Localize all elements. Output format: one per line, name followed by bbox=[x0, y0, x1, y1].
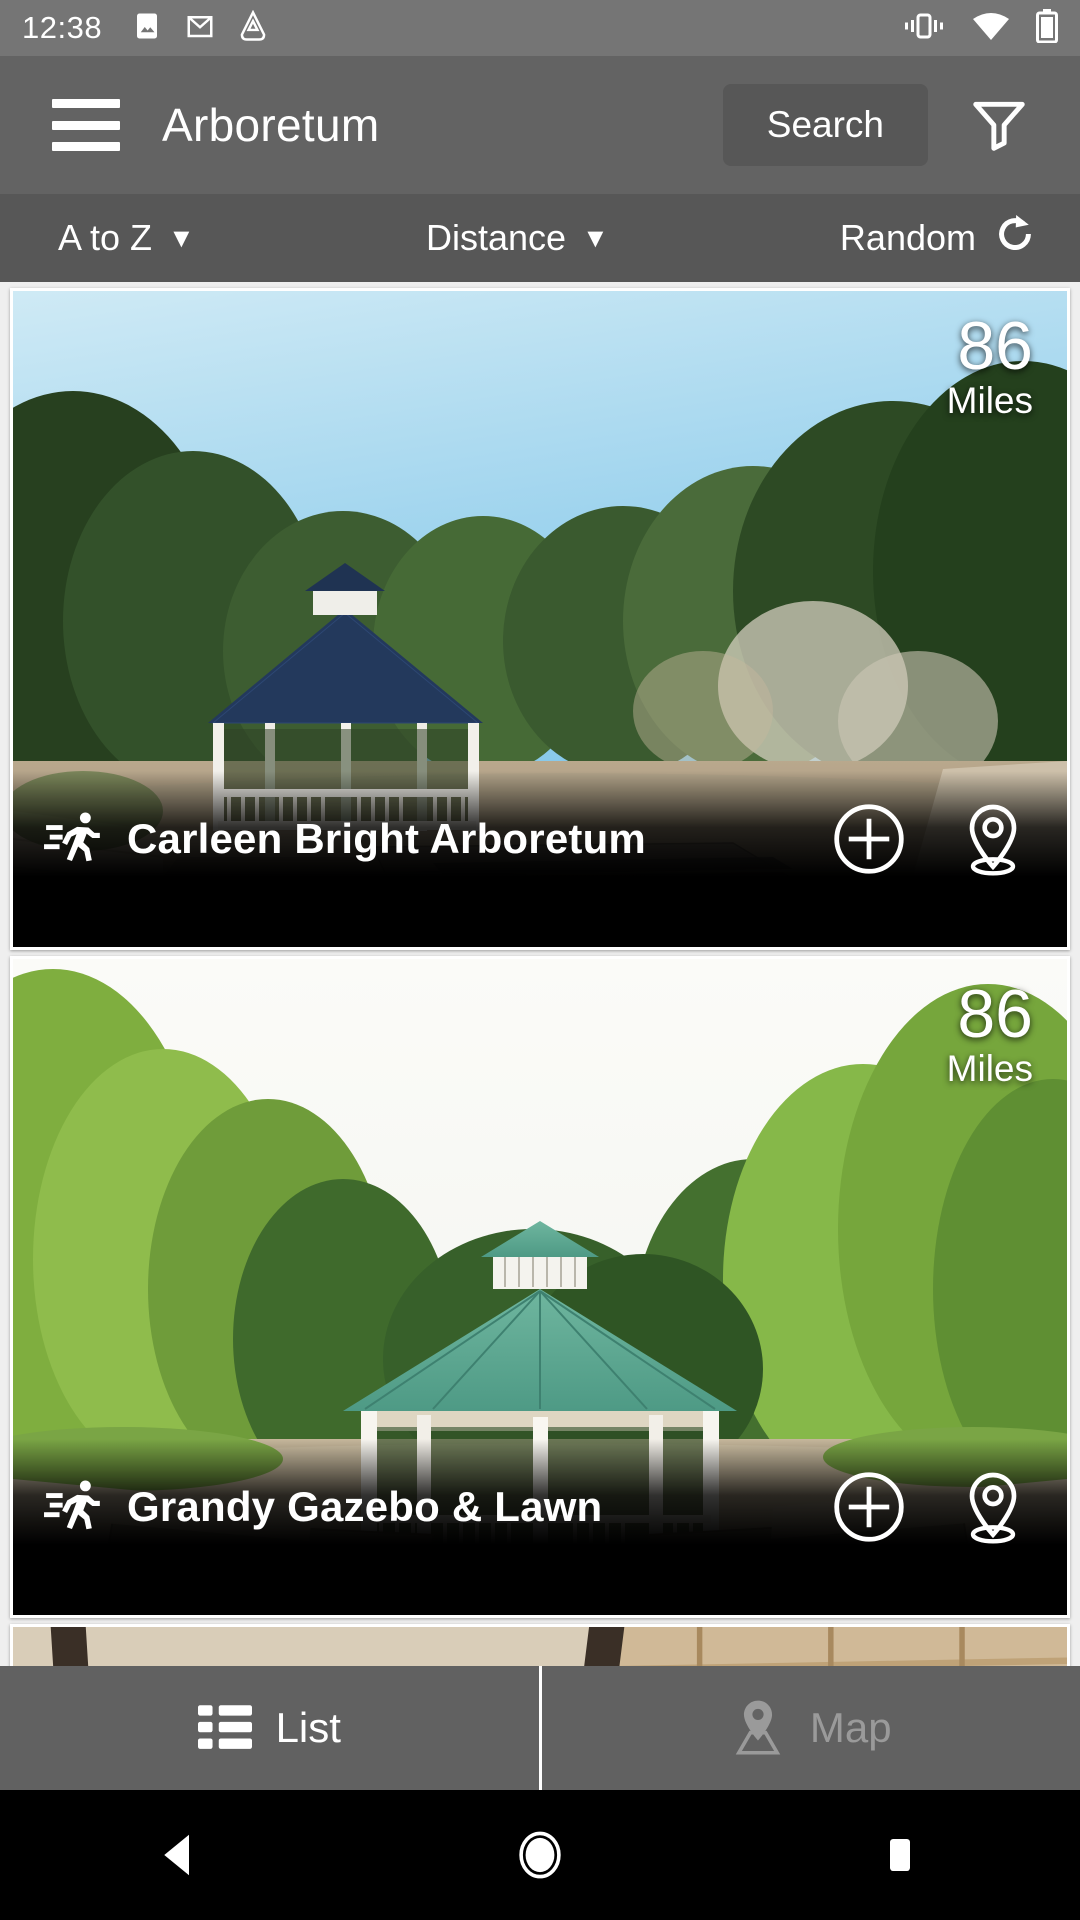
sort-bar: A to Z ▼ Distance ▼ Random bbox=[0, 194, 1080, 282]
page-title: Arboretum bbox=[162, 99, 380, 151]
tab-map[interactable]: Map bbox=[542, 1666, 1080, 1790]
vibrate-icon bbox=[902, 11, 946, 46]
tab-list[interactable]: List bbox=[0, 1666, 539, 1790]
plus-circle-icon[interactable] bbox=[831, 801, 907, 877]
photos-icon bbox=[132, 11, 162, 46]
distance-badge: 86 Miles bbox=[946, 308, 1033, 422]
card-actions bbox=[831, 799, 1033, 879]
back-triangle-icon[interactable] bbox=[120, 1795, 240, 1915]
running-person-icon bbox=[43, 1474, 105, 1541]
list-item[interactable] bbox=[10, 1624, 1070, 1666]
card-footer: Grandy Gazebo & Lawn bbox=[13, 1439, 1067, 1615]
tab-list-label: List bbox=[275, 1704, 341, 1751]
app-screen: 12:38 Arboretum Search A to Z ▼ Distance… bbox=[0, 0, 1080, 1920]
sort-random-button[interactable]: Random bbox=[840, 211, 1038, 266]
sort-distance-label: Distance bbox=[425, 217, 567, 258]
hamburger-line bbox=[52, 120, 120, 130]
venue-title: Carleen Bright Arboretum bbox=[127, 815, 646, 862]
sort-random-label: Random bbox=[839, 217, 976, 258]
refresh-icon bbox=[992, 211, 1038, 266]
distance-unit: Miles bbox=[946, 379, 1033, 421]
home-circle-icon[interactable] bbox=[480, 1795, 600, 1915]
venue-title: Grandy Gazebo & Lawn bbox=[127, 1483, 603, 1530]
status-bar-notification-icons bbox=[132, 9, 268, 47]
card-actions bbox=[831, 1467, 1033, 1547]
wifi-icon bbox=[972, 11, 1010, 46]
list-item[interactable]: 86 Miles Grandy Gazebo & Lawn bbox=[10, 956, 1070, 1618]
app-bar: Arboretum Search bbox=[0, 56, 1080, 194]
hamburger-line bbox=[52, 142, 120, 151]
map-pin-icon[interactable] bbox=[953, 1467, 1033, 1547]
status-bar-system-icons bbox=[902, 8, 1058, 48]
sort-alphabetical-label: A to Z bbox=[58, 217, 153, 258]
recents-square-icon[interactable] bbox=[840, 1795, 960, 1915]
gmail-icon bbox=[184, 11, 216, 46]
tab-map-label: Map bbox=[809, 1704, 892, 1751]
list-bullets-icon bbox=[197, 1703, 252, 1754]
hamburger-line bbox=[52, 99, 120, 108]
drive-icon bbox=[238, 9, 268, 47]
venue-photo bbox=[13, 1627, 1067, 1666]
bottom-tab-bar: List Map bbox=[0, 1666, 1080, 1790]
running-person-icon bbox=[43, 806, 105, 873]
android-nav-bar bbox=[0, 1790, 1080, 1920]
chevron-down-icon: ▼ bbox=[168, 222, 195, 253]
map-pin-filled-icon bbox=[730, 1697, 786, 1760]
status-bar: 12:38 bbox=[0, 0, 1080, 56]
battery-icon bbox=[1036, 8, 1058, 48]
distance-unit: Miles bbox=[946, 1047, 1033, 1089]
sort-alphabetical-button[interactable]: A to Z ▼ bbox=[58, 217, 195, 259]
chevron-down-icon: ▼ bbox=[582, 222, 609, 253]
search-button[interactable]: Search bbox=[722, 84, 928, 166]
map-pin-icon[interactable] bbox=[953, 799, 1033, 879]
distance-value: 86 bbox=[957, 976, 1033, 1052]
status-bar-clock: 12:38 bbox=[22, 10, 103, 45]
list-item[interactable]: 86 Miles Carleen Bright Arboretum bbox=[10, 288, 1070, 950]
distance-badge: 86 Miles bbox=[946, 976, 1033, 1090]
card-footer: Carleen Bright Arboretum bbox=[13, 771, 1067, 947]
distance-value: 86 bbox=[957, 308, 1033, 384]
hamburger-menu-icon[interactable] bbox=[52, 99, 120, 151]
sort-distance-button[interactable]: Distance ▼ bbox=[426, 217, 609, 259]
plus-circle-icon[interactable] bbox=[831, 1469, 907, 1545]
venue-list[interactable]: 86 Miles Carleen Bright Arboretum 86 Mil… bbox=[0, 282, 1080, 1666]
filter-funnel-icon[interactable] bbox=[958, 84, 1040, 166]
